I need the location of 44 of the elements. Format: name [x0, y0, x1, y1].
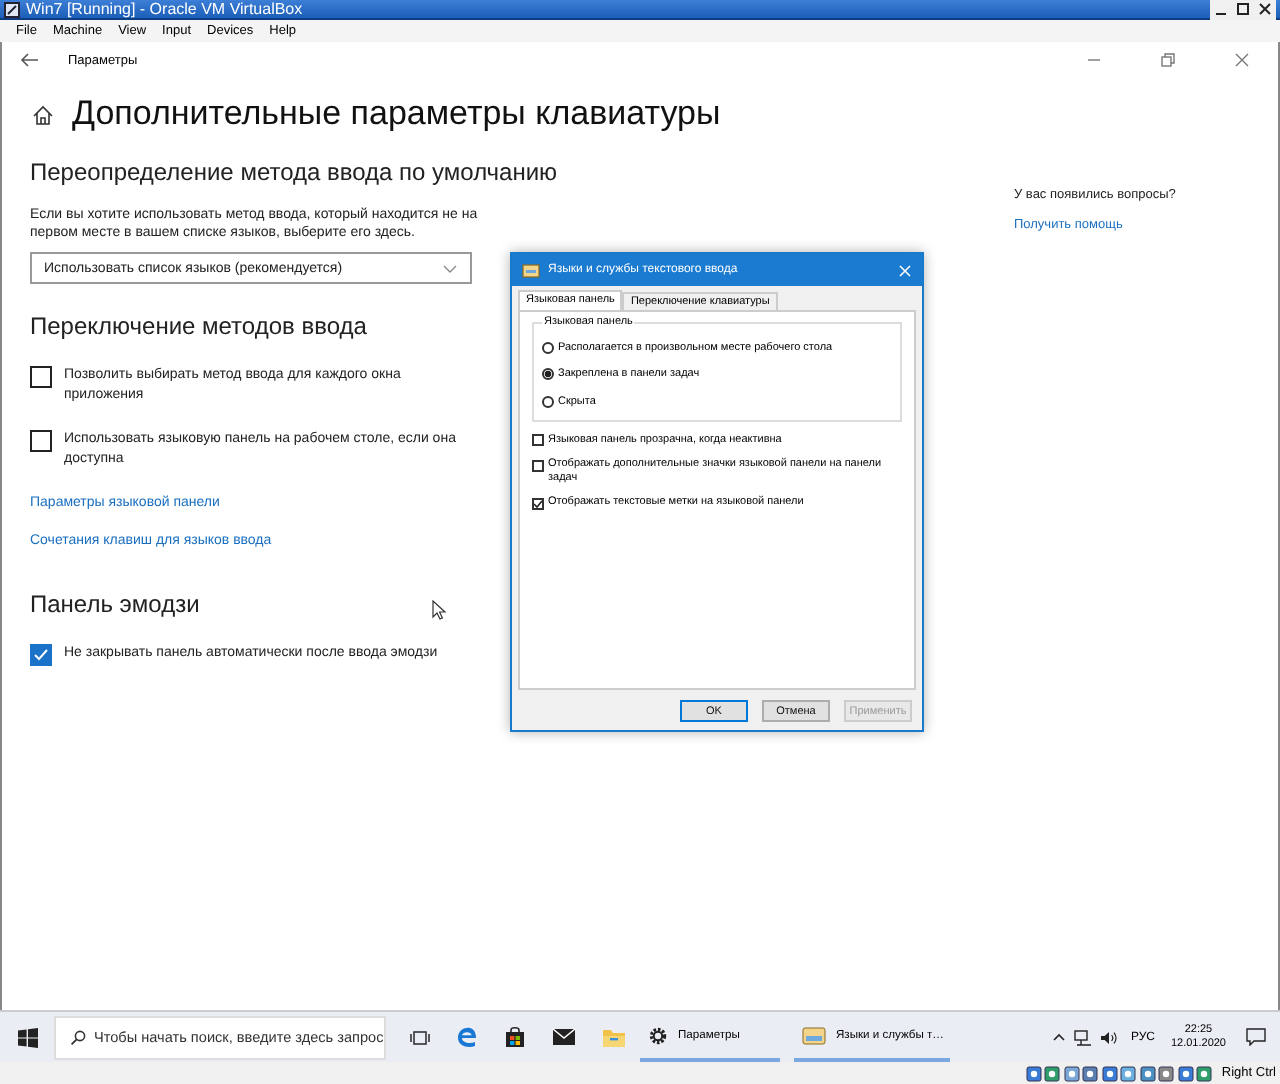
- device-icon[interactable]: [1101, 1065, 1118, 1081]
- device-icon[interactable]: [1063, 1065, 1080, 1081]
- radio-button[interactable]: [542, 395, 554, 408]
- gear-icon[interactable]: [648, 1025, 668, 1045]
- device-icon[interactable]: [1025, 1065, 1042, 1081]
- device-icon[interactable]: [1082, 1065, 1099, 1081]
- checkbox[interactable]: [532, 434, 544, 446]
- checkbox[interactable]: [30, 430, 52, 452]
- volume-icon[interactable]: [1100, 1029, 1119, 1045]
- task-view-icon[interactable]: [410, 1029, 430, 1045]
- device-icon[interactable]: [1196, 1065, 1213, 1081]
- radio-button[interactable]: [542, 368, 554, 381]
- chevron-icon[interactable]: [442, 263, 458, 273]
- radio-button[interactable]: [542, 341, 554, 354]
- windows-icon[interactable]: [18, 1027, 38, 1047]
- mail-icon[interactable]: [552, 1028, 576, 1046]
- section-heading: Переключение методов ввода: [30, 310, 367, 342]
- window-title: Win7 [Running] - Oracle VM VirtualBox: [26, 0, 305, 18]
- device-icon[interactable]: [1139, 1065, 1156, 1081]
- page-title: Дополнительные параметры клавиатуры: [72, 94, 721, 134]
- notification-icon[interactable]: [1246, 1028, 1266, 1046]
- browser-icon[interactable]: [456, 1026, 478, 1048]
- close-icon[interactable]: [1258, 2, 1272, 16]
- checkbox[interactable]: [30, 644, 52, 666]
- device-icon[interactable]: [1044, 1065, 1061, 1081]
- section-heading: Переопределение метода ввода по умолчанию: [30, 156, 558, 188]
- home-icon[interactable]: [32, 103, 54, 125]
- restore-icon[interactable]: [1160, 52, 1176, 68]
- maximize-icon[interactable]: [1236, 2, 1250, 16]
- search-icon[interactable]: [70, 1029, 86, 1045]
- back-icon[interactable]: [20, 52, 40, 68]
- checkbox[interactable]: [532, 459, 544, 471]
- checkbox[interactable]: [532, 497, 544, 509]
- chevron-up-icon[interactable]: [1052, 1032, 1067, 1042]
- network-icon[interactable]: [1074, 1029, 1093, 1045]
- section-heading: Панель эмодзи: [30, 588, 200, 620]
- app-icon[interactable]: [4, 1, 20, 17]
- folder-icon[interactable]: [602, 1027, 626, 1047]
- device-icon[interactable]: [1158, 1065, 1175, 1081]
- cursor-icon[interactable]: [432, 600, 446, 620]
- store-icon[interactable]: [504, 1026, 526, 1048]
- device-icon[interactable]: [1177, 1065, 1194, 1081]
- checkbox[interactable]: [30, 366, 52, 388]
- device-icon[interactable]: [1120, 1065, 1137, 1081]
